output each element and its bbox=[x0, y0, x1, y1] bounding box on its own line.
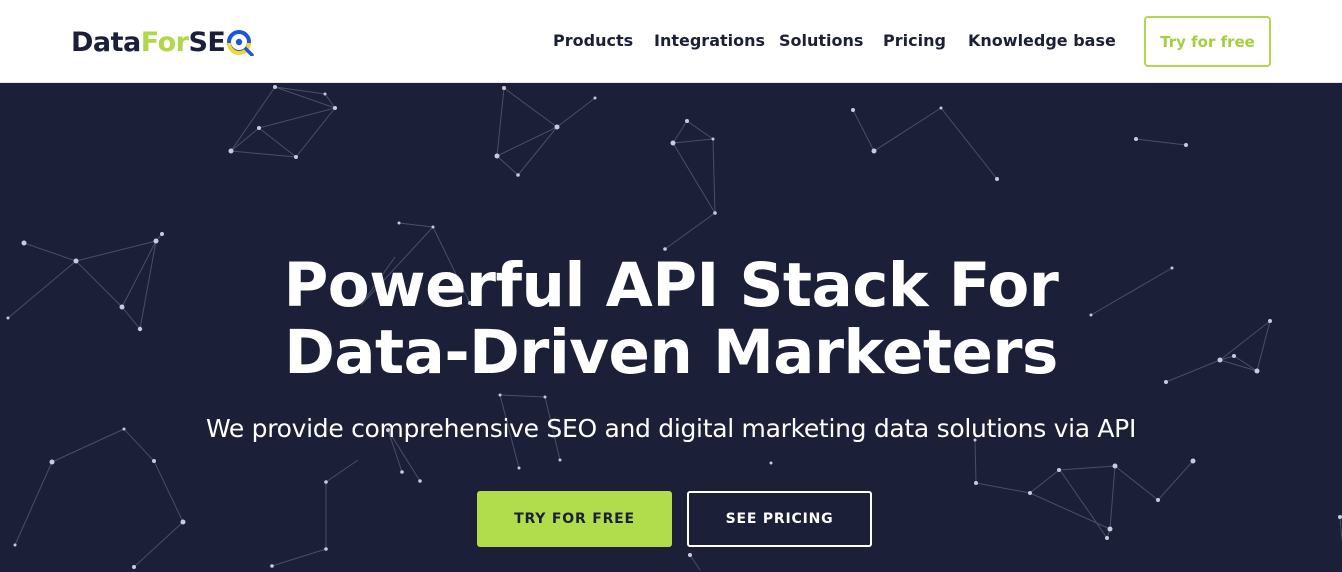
try-for-free-button[interactable]: Try for free bbox=[1144, 16, 1271, 67]
hero-title-line-1: Powerful API Stack For bbox=[283, 250, 1059, 321]
nav-solutions[interactable]: Solutions bbox=[779, 31, 863, 50]
hero-title: Powerful API Stack For Data-Driven Marke… bbox=[0, 252, 1342, 386]
magnifier-o-icon bbox=[227, 30, 255, 56]
logo-text-data: Data bbox=[71, 26, 141, 58]
nav-knowledge-base[interactable]: Knowledge base bbox=[968, 31, 1116, 50]
hero-section: Powerful API Stack For Data-Driven Marke… bbox=[0, 84, 1342, 572]
nav-integrations[interactable]: Integrations bbox=[654, 31, 765, 50]
hero-title-line-2: Data-Driven Marketers bbox=[284, 317, 1058, 388]
try-for-free-cta-button[interactable]: TRY FOR FREE bbox=[477, 491, 672, 547]
see-pricing-button[interactable]: SEE PRICING bbox=[687, 491, 872, 547]
nav-pricing[interactable]: Pricing bbox=[883, 31, 946, 50]
nav-products[interactable]: Products bbox=[553, 31, 633, 50]
dataforseo-logo[interactable]: Data For SE bbox=[71, 23, 255, 61]
hero-subtitle: We provide comprehensive SEO and digital… bbox=[205, 414, 1137, 443]
site-header: Data For SE Products Integrations Solution… bbox=[0, 0, 1342, 83]
logo-text-se: SE bbox=[188, 26, 226, 58]
logo-text-for: For bbox=[140, 26, 189, 58]
